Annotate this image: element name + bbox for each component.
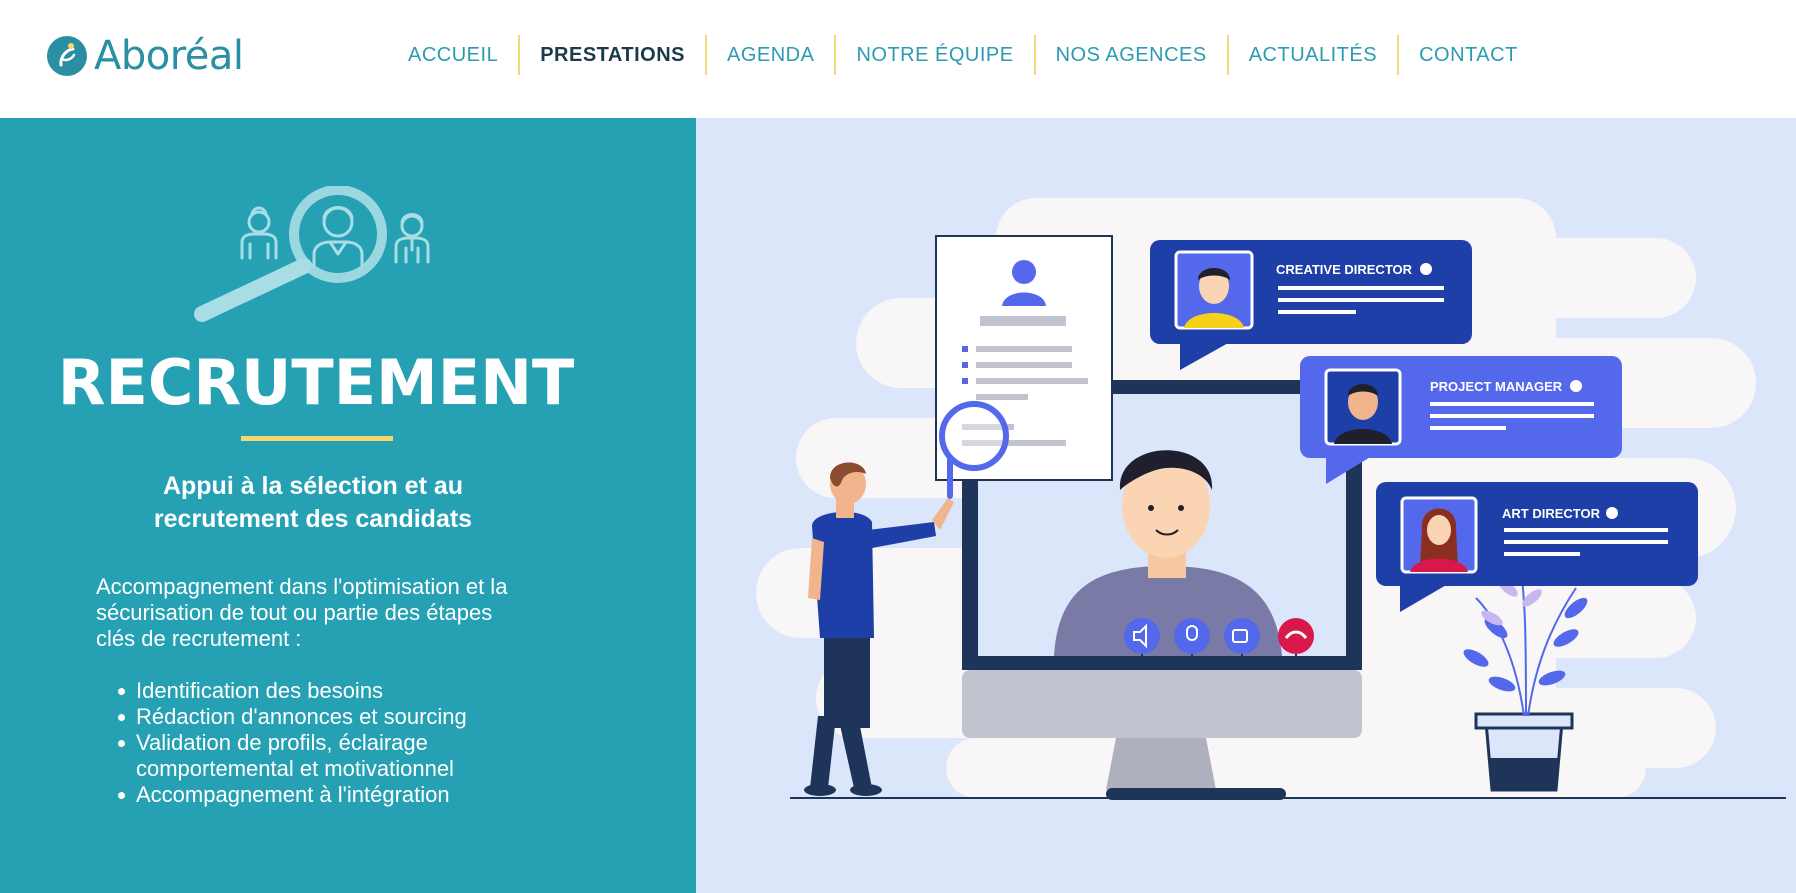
list-item-text: Rédaction d'annonces et sourcing bbox=[136, 704, 467, 729]
nav-nos-agences[interactable]: NOS AGENCES bbox=[1036, 34, 1227, 76]
list-item-text: Accompagnement à l'intégration bbox=[136, 782, 450, 807]
subtitle-line: recrutement des candidats bbox=[153, 505, 473, 533]
logo-text: Aboréal bbox=[94, 33, 244, 79]
list-item-text: Identification des besoins bbox=[136, 678, 384, 703]
list-item-text: Validation de profils, éclairage bbox=[136, 730, 428, 755]
description-line: Accompagnement dans l'optimisation et la bbox=[96, 574, 508, 599]
list-item: Accompagnement à l'intégration bbox=[118, 782, 576, 808]
nav-agenda[interactable]: AGENDA bbox=[707, 34, 834, 76]
list-item: Validation de profils, éclairage comporte… bbox=[118, 730, 576, 782]
card-title: ART DIRECTOR bbox=[1502, 506, 1601, 521]
card-title: PROJECT MANAGER bbox=[1430, 379, 1563, 394]
card-title: CREATIVE DIRECTOR bbox=[1276, 262, 1413, 277]
list-item: Identification des besoins bbox=[118, 678, 576, 704]
page-title: RECRUTEMENT bbox=[57, 346, 575, 419]
nav-contact[interactable]: CONTACT bbox=[1399, 34, 1538, 76]
steps-list: Identification des besoins Rédaction d'a… bbox=[118, 678, 576, 808]
nav-prestations[interactable]: PRESTATIONS bbox=[520, 34, 705, 76]
title-underline bbox=[241, 436, 393, 441]
subtitle-line: Appui à la sélection et au bbox=[162, 472, 464, 500]
description-line: clés de recrutement : bbox=[96, 626, 302, 651]
site-header: Aboréal ACCUEIL PRESTATIONS AGENDA NOTRE… bbox=[0, 0, 1796, 118]
description-line: sécurisation de tout ou partie des étape… bbox=[96, 600, 493, 625]
video-interview-illustration: CREATIVE DIRECTOR PROJECT MANAGER ART DI… bbox=[756, 198, 1786, 800]
main-nav: ACCUEIL PRESTATIONS AGENDA NOTRE ÉQUIPE … bbox=[388, 34, 1538, 76]
nav-accueil[interactable]: ACCUEIL bbox=[388, 34, 518, 76]
illustration-panel: CREATIVE DIRECTOR PROJECT MANAGER ART DI… bbox=[696, 118, 1796, 893]
list-item: Rédaction d'annonces et sourcing bbox=[118, 704, 576, 730]
site-logo[interactable]: Aboréal bbox=[46, 32, 244, 80]
recruitment-search-icon bbox=[194, 186, 430, 322]
description: Accompagnement dans l'optimisation et la… bbox=[96, 574, 566, 652]
aboreal-logo-icon bbox=[47, 36, 87, 76]
list-item-text: comportemental et motivationnel bbox=[136, 756, 454, 781]
page-subtitle: Appui à la sélection et au recrutement d… bbox=[100, 470, 526, 536]
recruitment-panel: RECRUTEMENT Appui à la sélection et au r… bbox=[0, 118, 696, 893]
nav-actualites[interactable]: ACTUALITÉS bbox=[1229, 34, 1397, 76]
nav-notre-equipe[interactable]: NOTRE ÉQUIPE bbox=[836, 34, 1033, 76]
